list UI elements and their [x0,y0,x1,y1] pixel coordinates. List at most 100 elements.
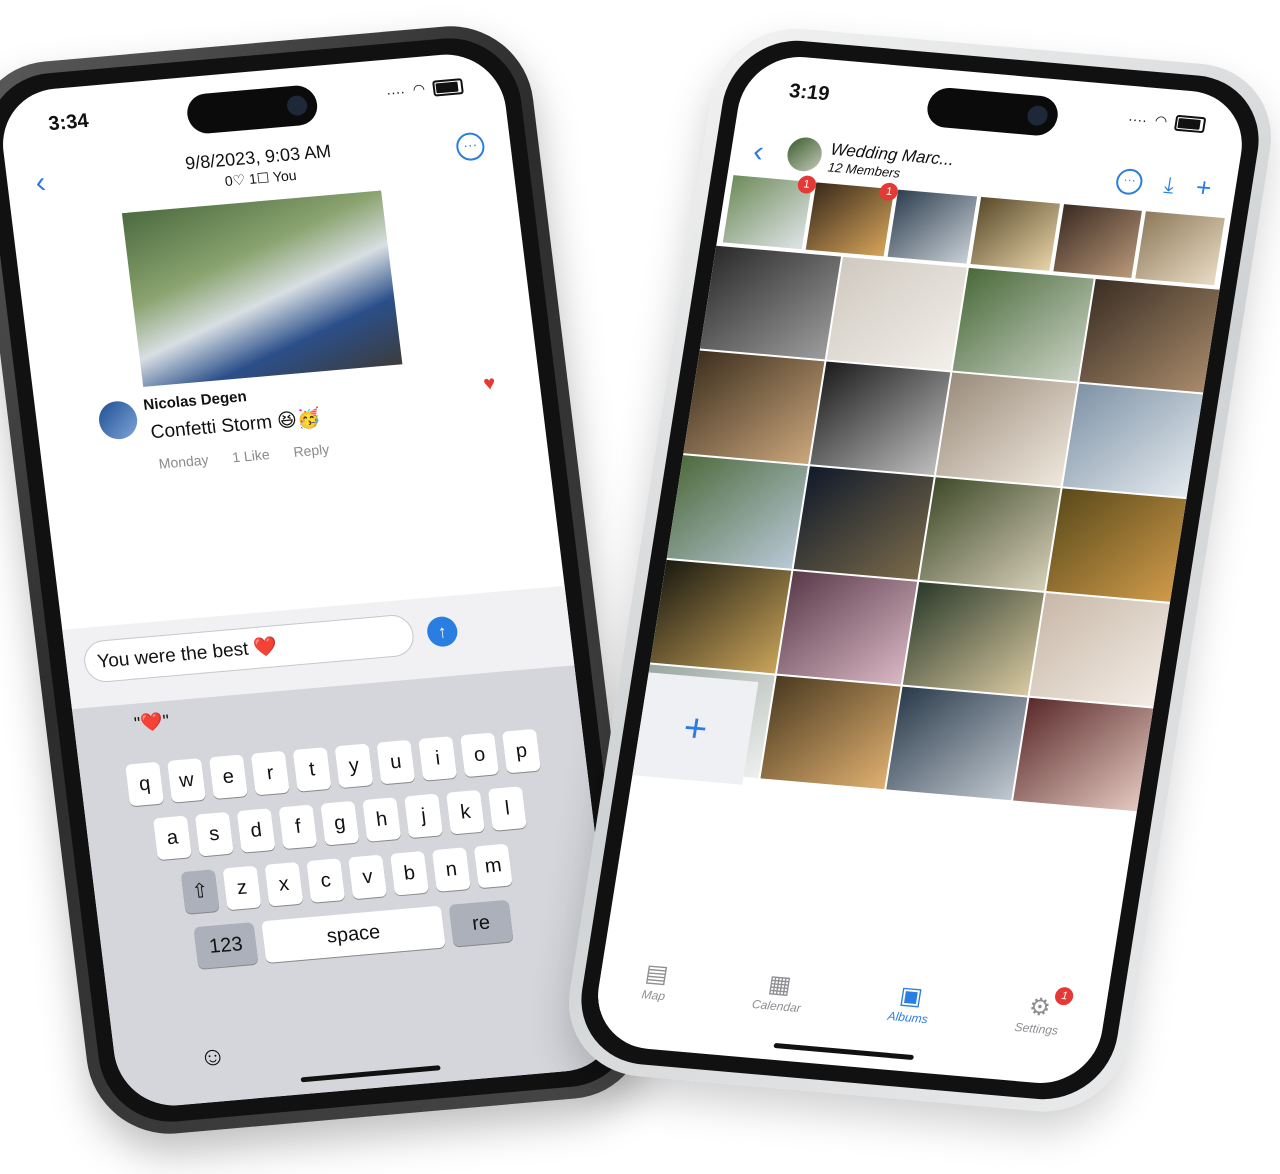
key[interactable]: r [250,750,290,796]
grid-photo[interactable] [1078,278,1220,393]
grid-photo[interactable] [699,245,841,360]
strip-thumb[interactable]: 1 [722,174,817,250]
grid-photo[interactable] [936,372,1077,487]
grid-photo[interactable] [1062,383,1203,498]
post-photo[interactable] [121,190,403,387]
key[interactable]: x [264,861,304,907]
key[interactable]: k [445,789,485,835]
status-icons: ···· ◠ [385,77,464,101]
tab-label: Settings [1013,1019,1060,1038]
grid-photo[interactable] [919,477,1061,591]
more-options-button[interactable]: ··· [1114,167,1145,196]
grid-photo[interactable] [809,361,951,476]
grid-photo[interactable] [793,466,934,580]
grid-photo[interactable] [1012,697,1154,812]
avatar[interactable] [96,399,140,441]
home-indicator [300,1065,441,1083]
home-indicator [773,1042,915,1061]
comment-likes[interactable]: 1 Like [231,446,270,465]
albums-icon: ▣ [897,981,925,1011]
keyboard-suggestion[interactable]: "❤️" [133,711,171,735]
status-time: 3:34 [47,109,90,136]
key[interactable]: z [222,865,262,911]
status-icons: ···· ◠ [1127,110,1207,134]
add-icon[interactable]: + [1194,172,1214,204]
shift-key[interactable]: ⇧ [180,869,220,914]
download-icon[interactable]: ⤓ [1162,171,1177,198]
grid-photo[interactable] [1045,488,1187,602]
numbers-key[interactable]: 123 [193,922,259,969]
tab-map[interactable]: ▤ Map [641,958,671,1002]
grid-photo[interactable] [666,455,808,569]
status-time: 3:19 [787,80,832,106]
tab-calendar[interactable]: ▦ Calendar [751,968,806,1015]
strip-thumb[interactable] [887,189,978,264]
add-photo-button[interactable]: + [632,672,759,785]
message-input[interactable]: You were the best ❤️ [81,613,416,684]
grid-photo[interactable] [952,267,1094,382]
key[interactable]: c [306,858,346,903]
key[interactable]: n [431,847,471,892]
camera-icon [285,94,309,117]
signal-icon: ···· [1127,110,1149,128]
grid-photo[interactable] [776,570,918,685]
key[interactable]: m [473,843,513,889]
key[interactable]: h [362,797,402,842]
left-phone-bezel: 3:34 ···· ◠ ‹ 9/8/2023, 9:03 AM 0♡ 1☐ Yo… [0,32,642,1128]
chat-screen: 3:34 ···· ◠ ‹ 9/8/2023, 9:03 AM 0♡ 1☐ Yo… [0,49,624,1111]
tab-settings[interactable]: ⚙ 1 Settings [1013,986,1075,1038]
key[interactable]: p [501,728,541,774]
key[interactable]: q [125,761,165,807]
tab-label: Albums [886,1008,929,1026]
key[interactable]: b [389,850,429,896]
comment-meta: Monday 1 Like Reply [158,441,330,472]
strip-thumb[interactable] [1053,204,1143,279]
grid-photo[interactable] [650,559,791,674]
key[interactable]: a [152,815,192,861]
strip-thumb[interactable] [1135,211,1225,286]
post-header: 9/8/2023, 9:03 AM 0♡ 1☐ You [6,125,513,209]
map-icon: ▤ [643,959,671,988]
key[interactable]: f [278,804,318,850]
heart-icon[interactable]: ♥ [482,372,497,396]
signal-icon: ···· [385,82,406,101]
grid-photo[interactable] [902,581,1044,696]
reply-button[interactable]: Reply [292,441,330,460]
return-key[interactable]: re [448,899,514,947]
key[interactable]: i [418,736,458,781]
key[interactable]: w [166,758,207,803]
key[interactable]: d [236,808,276,853]
battery-icon [1173,114,1207,133]
comment-time: Monday [157,451,210,472]
emoji-icon[interactable]: ☺ [198,1040,228,1073]
album-avatar [784,136,825,173]
key[interactable]: l [487,786,527,831]
strip-thumb[interactable] [970,196,1060,271]
grid-photo[interactable] [1029,592,1170,707]
key[interactable]: v [348,854,388,900]
comment-text: Confetti Storm 😆🥳 [149,407,322,444]
album-screen: 3:19 ···· ◠ ‹ Wedding Marc... 12 Members… [589,52,1251,1088]
key[interactable]: s [194,811,234,857]
strip-thumb[interactable]: 1 [805,182,900,257]
tab-albums[interactable]: ▣ Albums [886,980,934,1026]
key[interactable]: g [320,800,360,846]
grid-photo[interactable] [683,350,824,465]
key[interactable]: j [404,793,444,839]
grid-photo[interactable] [886,686,1027,801]
space-key[interactable]: space [261,905,446,964]
wifi-icon: ◠ [1153,112,1169,129]
wifi-icon: ◠ [411,80,426,98]
send-button[interactable]: ↑ [425,615,460,648]
back-button[interactable]: ‹ [751,135,766,168]
grid-photo[interactable] [826,256,967,371]
settings-badge: 1 [1054,986,1075,1006]
key[interactable]: e [208,754,248,800]
grid-photo[interactable] [759,675,901,790]
key[interactable]: t [292,747,332,792]
key[interactable]: u [376,739,416,785]
key[interactable]: o [460,732,500,778]
key[interactable]: y [334,743,374,789]
camera-icon [1025,104,1050,127]
album-actions: ··· ⤓ + [1114,165,1214,204]
